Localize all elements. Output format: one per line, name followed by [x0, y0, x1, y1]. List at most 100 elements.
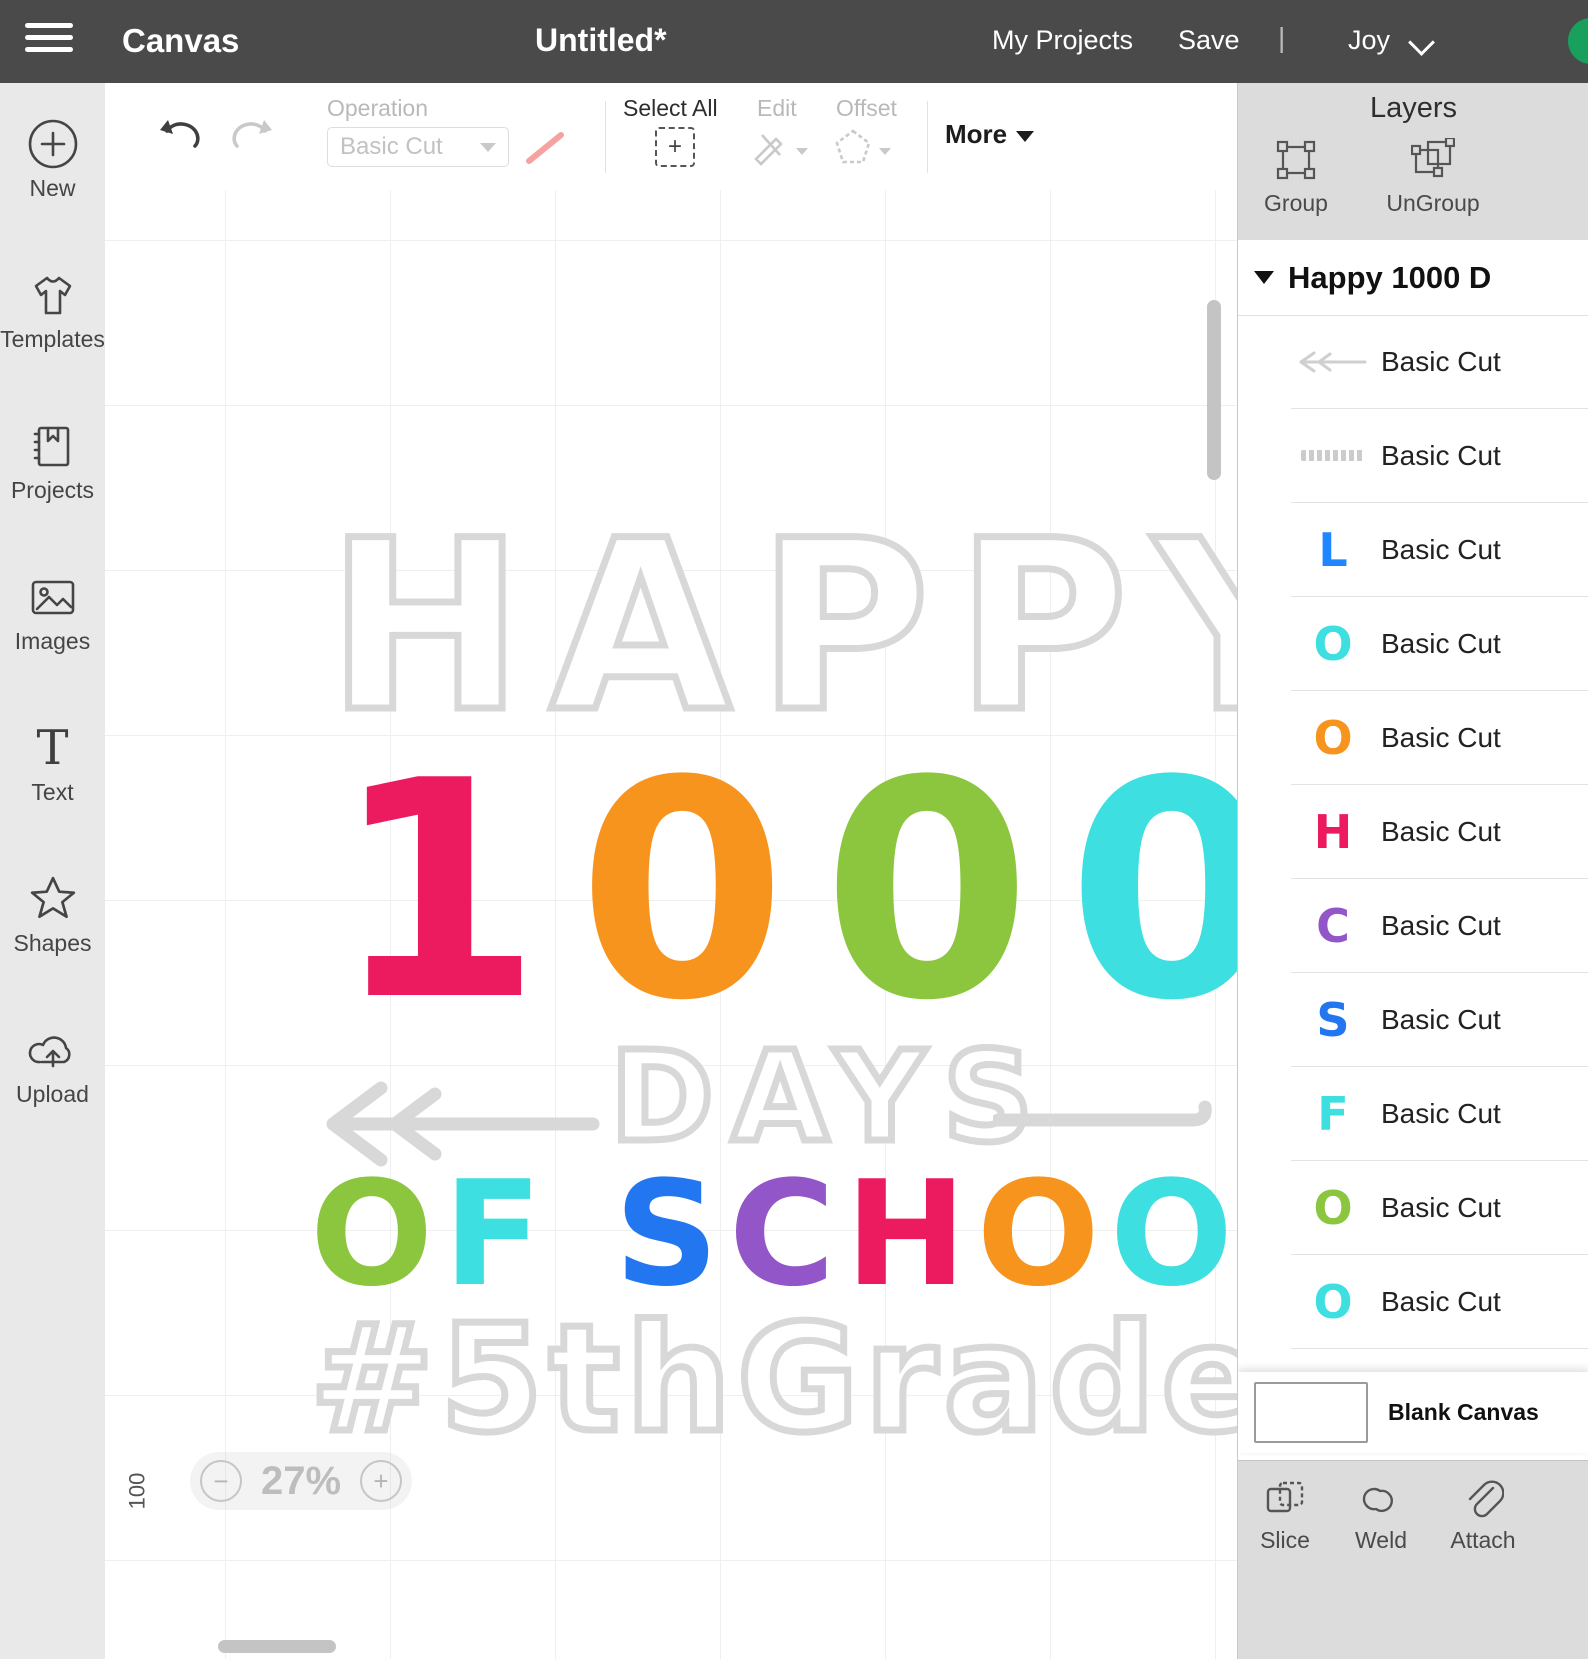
pen-scissors-icon — [754, 134, 783, 166]
chevron-down-icon[interactable] — [1408, 29, 1435, 56]
letter-layer-thumbnail: O — [1313, 1274, 1353, 1329]
group-button[interactable]: Group — [1246, 138, 1346, 217]
design-canvas[interactable]: HAPPY 1000 DAYS OFSCHOOL #5thGrade − 27%… — [105, 190, 1237, 1659]
zoom-in-button[interactable]: + — [360, 1460, 402, 1502]
hamburger-menu-icon[interactable] — [25, 16, 73, 56]
sidebar-item-upload[interactable]: Upload — [0, 989, 105, 1140]
layer-row[interactable]: H Basic Cut — [1291, 785, 1588, 879]
sidebar-item-label: Text — [31, 779, 74, 805]
sidebar-item-projects[interactable]: Projects — [0, 385, 105, 536]
slice-icon — [1266, 1481, 1304, 1513]
weld-icon — [1362, 1487, 1393, 1512]
chevron-down-icon — [796, 148, 808, 155]
avatar[interactable] — [1568, 18, 1588, 64]
layer-row[interactable]: Basic Cut — [1291, 315, 1588, 409]
attach-icon — [1468, 1480, 1504, 1518]
layer-type-label: Basic Cut — [1381, 815, 1501, 847]
letter-layer-thumbnail: S — [1316, 992, 1350, 1047]
letter-layer-thumbnail: F — [1317, 1086, 1349, 1141]
design-text-happy[interactable]: HAPPY — [323, 507, 1237, 749]
attach-button[interactable]: Attach — [1438, 1479, 1528, 1554]
plus-circle-icon — [27, 115, 79, 173]
more-label: More — [945, 119, 1008, 149]
design-text-1000[interactable]: 1000 — [333, 742, 1237, 1042]
letter-layer-thumbnail: H — [1313, 804, 1353, 859]
tshirt-icon — [27, 266, 79, 324]
horizontal-scrollbar[interactable] — [218, 1640, 336, 1653]
layer-group-row[interactable]: Happy 1000 D — [1238, 240, 1588, 316]
letter-layer-thumbnail: C — [1316, 898, 1350, 953]
layer-type-label: Basic Cut — [1381, 533, 1501, 565]
layer-row[interactable]: Basic Cut — [1291, 409, 1588, 503]
project-title: Untitled* — [535, 22, 667, 58]
ungroup-icon — [1411, 138, 1455, 178]
layer-row[interactable]: O Basic Cut — [1291, 597, 1588, 691]
arrow-graphic-right[interactable] — [991, 1085, 1213, 1160]
more-button[interactable]: More — [945, 119, 1035, 150]
sidebar-item-label: Shapes — [13, 930, 92, 956]
sidebar-item-new[interactable]: New — [0, 83, 105, 234]
vertical-scrollbar[interactable] — [1207, 300, 1221, 480]
layer-group-title: Happy 1000 D — [1288, 259, 1492, 295]
group-icon — [1276, 140, 1316, 180]
layer-type-label: Basic Cut — [1381, 909, 1501, 941]
select-all-button[interactable]: + — [655, 127, 695, 167]
sidebar-item-label: Templates — [0, 326, 105, 352]
triangle-down-icon[interactable] — [1254, 271, 1274, 284]
chevron-down-icon — [480, 142, 496, 152]
design-text-days[interactable]: DAYS — [606, 1032, 1051, 1164]
blank-canvas-row[interactable]: Blank Canvas — [1238, 1372, 1588, 1453]
zoom-out-button[interactable]: − — [200, 1460, 242, 1502]
picture-icon — [27, 568, 79, 626]
digit-0[interactable]: 0 — [1067, 717, 1237, 1066]
slice-button[interactable]: Slice — [1240, 1479, 1330, 1554]
letter-layer-thumbnail: O — [1313, 616, 1353, 671]
weld-button[interactable]: Weld — [1336, 1479, 1426, 1554]
digit-0[interactable]: 0 — [823, 717, 1068, 1066]
sidebar-item-shapes[interactable]: Shapes — [0, 838, 105, 989]
select-all-label: Select All — [623, 95, 718, 121]
ungroup-button[interactable]: UnGroup — [1383, 138, 1483, 217]
layer-type-label: Basic Cut — [1381, 345, 1501, 377]
cricut-design-space-window: Canvas Untitled* My Projects Save | Joy … — [0, 0, 1588, 1659]
my-projects-link[interactable]: My Projects — [992, 25, 1133, 56]
save-button[interactable]: Save — [1178, 25, 1240, 56]
layer-row[interactable]: F Basic Cut — [1291, 1067, 1588, 1161]
edit-tools-button[interactable] — [750, 127, 808, 167]
digit-1[interactable]: 1 — [333, 717, 578, 1066]
layer-row[interactable]: S Basic Cut — [1291, 973, 1588, 1067]
color-swatch[interactable] — [525, 131, 565, 165]
digit-0[interactable]: 0 — [578, 717, 823, 1066]
layer-row[interactable]: L Basic Cut — [1291, 503, 1588, 597]
layers-title: Layers — [1369, 92, 1458, 124]
design-text-of-school[interactable]: OFSCHOOL — [310, 1162, 1237, 1307]
pentagon-icon — [835, 129, 871, 164]
group-label: Group — [1264, 190, 1328, 216]
edit-toolbar: Operation Basic Cut Select All + Edit Of… — [105, 83, 1237, 191]
offset-label: Offset — [836, 95, 897, 121]
undo-icon[interactable] — [157, 115, 203, 162]
operation-dropdown[interactable]: Basic Cut — [327, 127, 509, 167]
offset-button[interactable] — [833, 127, 891, 167]
sidebar-item-templates[interactable]: Templates — [0, 234, 105, 385]
layer-row[interactable]: O Basic Cut — [1291, 1255, 1588, 1349]
layer-type-label: Basic Cut — [1381, 627, 1501, 659]
user-menu[interactable]: Joy — [1348, 25, 1390, 56]
layer-row[interactable]: O Basic Cut — [1291, 691, 1588, 785]
notebook-icon — [27, 417, 79, 475]
layer-list: Basic Cut Basic Cut L Basic Cut O Basic … — [1238, 315, 1588, 1372]
sidebar-item-text[interactable]: T Text — [0, 687, 105, 838]
redo-icon[interactable] — [229, 115, 275, 162]
layer-type-label: Basic Cut — [1381, 721, 1501, 753]
layers-panel: Layers Group UnGroup Happy 1000 D Basic … — [1237, 83, 1588, 1659]
letter-layer-thumbnail: L — [1318, 522, 1348, 577]
operation-label: Operation — [327, 95, 429, 121]
layer-row[interactable]: O Basic Cut — [1291, 1161, 1588, 1255]
text-layer-thumbnail — [1291, 450, 1375, 461]
design-text-5thgrade[interactable]: #5thGrade — [307, 1302, 1237, 1457]
layer-row[interactable]: O Basic Cut — [1291, 1349, 1588, 1372]
canvas-label: Canvas — [122, 22, 240, 59]
sidebar-item-images[interactable]: Images — [0, 536, 105, 687]
layer-type-label: Basic Cut — [1381, 1097, 1501, 1129]
layer-row[interactable]: C Basic Cut — [1291, 879, 1588, 973]
